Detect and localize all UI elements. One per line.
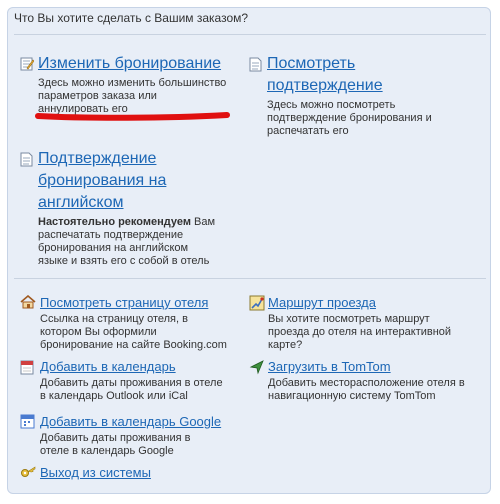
view-confirmation-description: Здесь можно посмотреть подтверждение бро… bbox=[267, 99, 432, 137]
route-link[interactable]: Маршрут проезда bbox=[268, 294, 479, 311]
google-calendar-icon bbox=[20, 414, 36, 430]
tomtom-link[interactable]: Загрузить в TomTom bbox=[268, 358, 479, 375]
navigation-arrow-icon bbox=[249, 359, 265, 375]
hotel-page-link[interactable]: Посмотреть страницу отеля bbox=[40, 294, 235, 311]
view-confirmation-item: Посмотреть подтверждение Здесь можно пос… bbox=[249, 53, 479, 138]
panel-heading: Что Вы хотите сделать с Вашим заказом? bbox=[14, 11, 249, 25]
english-confirmation-link[interactable]: Подтверждение бронирования на английском bbox=[38, 148, 188, 214]
edit-document-icon bbox=[20, 57, 36, 73]
add-calendar-item: Добавить в календарь Добавить даты прожи… bbox=[20, 358, 235, 403]
add-calendar-link[interactable]: Добавить в календарь bbox=[40, 358, 235, 375]
add-calendar-description: Добавить даты проживания в отеле в кален… bbox=[40, 377, 223, 402]
key-icon bbox=[20, 465, 36, 481]
google-calendar-description: Добавить даты проживания в отеле в кален… bbox=[40, 432, 191, 457]
google-calendar-item: Добавить в календарь Google Добавить дат… bbox=[20, 413, 235, 458]
route-description: Вы хотите посмотреть маршрут проезда до … bbox=[268, 313, 452, 351]
english-confirmation-item: Подтверждение бронирования на английском… bbox=[20, 148, 220, 268]
change-booking-link[interactable]: Изменить бронирование bbox=[38, 53, 230, 75]
tomtom-item: Загрузить в TomTom Добавить месторасполо… bbox=[249, 358, 479, 403]
tomtom-description: Добавить месторасположение отеля в навиг… bbox=[268, 377, 465, 402]
english-confirmation-description: Настоятельно рекомендуем Вам распечатать… bbox=[38, 216, 218, 268]
logout-link[interactable]: Выход из системы bbox=[40, 464, 235, 481]
map-route-icon bbox=[249, 295, 265, 311]
route-item: Маршрут проезда Вы хотите посмотреть мар… bbox=[249, 294, 479, 352]
document-icon bbox=[20, 152, 36, 168]
google-calendar-link[interactable]: Добавить в календарь Google bbox=[40, 413, 235, 430]
calendar-icon bbox=[20, 359, 36, 375]
hotel-page-item: Посмотреть страницу отеля Ссылка на стра… bbox=[20, 294, 235, 352]
divider-middle bbox=[14, 278, 486, 279]
divider-top bbox=[14, 34, 486, 35]
change-booking-item: Изменить бронирование Здесь можно измени… bbox=[20, 53, 230, 116]
document-icon bbox=[249, 57, 265, 73]
logout-item: Выход из системы bbox=[20, 464, 235, 481]
recommendation-emphasis: Настоятельно рекомендуем bbox=[38, 216, 191, 228]
hotel-page-description: Ссылка на страницу отеля, в котором Вы о… bbox=[40, 313, 227, 351]
red-underline-annotation bbox=[35, 108, 230, 124]
home-icon bbox=[20, 295, 36, 311]
view-confirmation-link[interactable]: Посмотреть подтверждение bbox=[267, 53, 397, 97]
